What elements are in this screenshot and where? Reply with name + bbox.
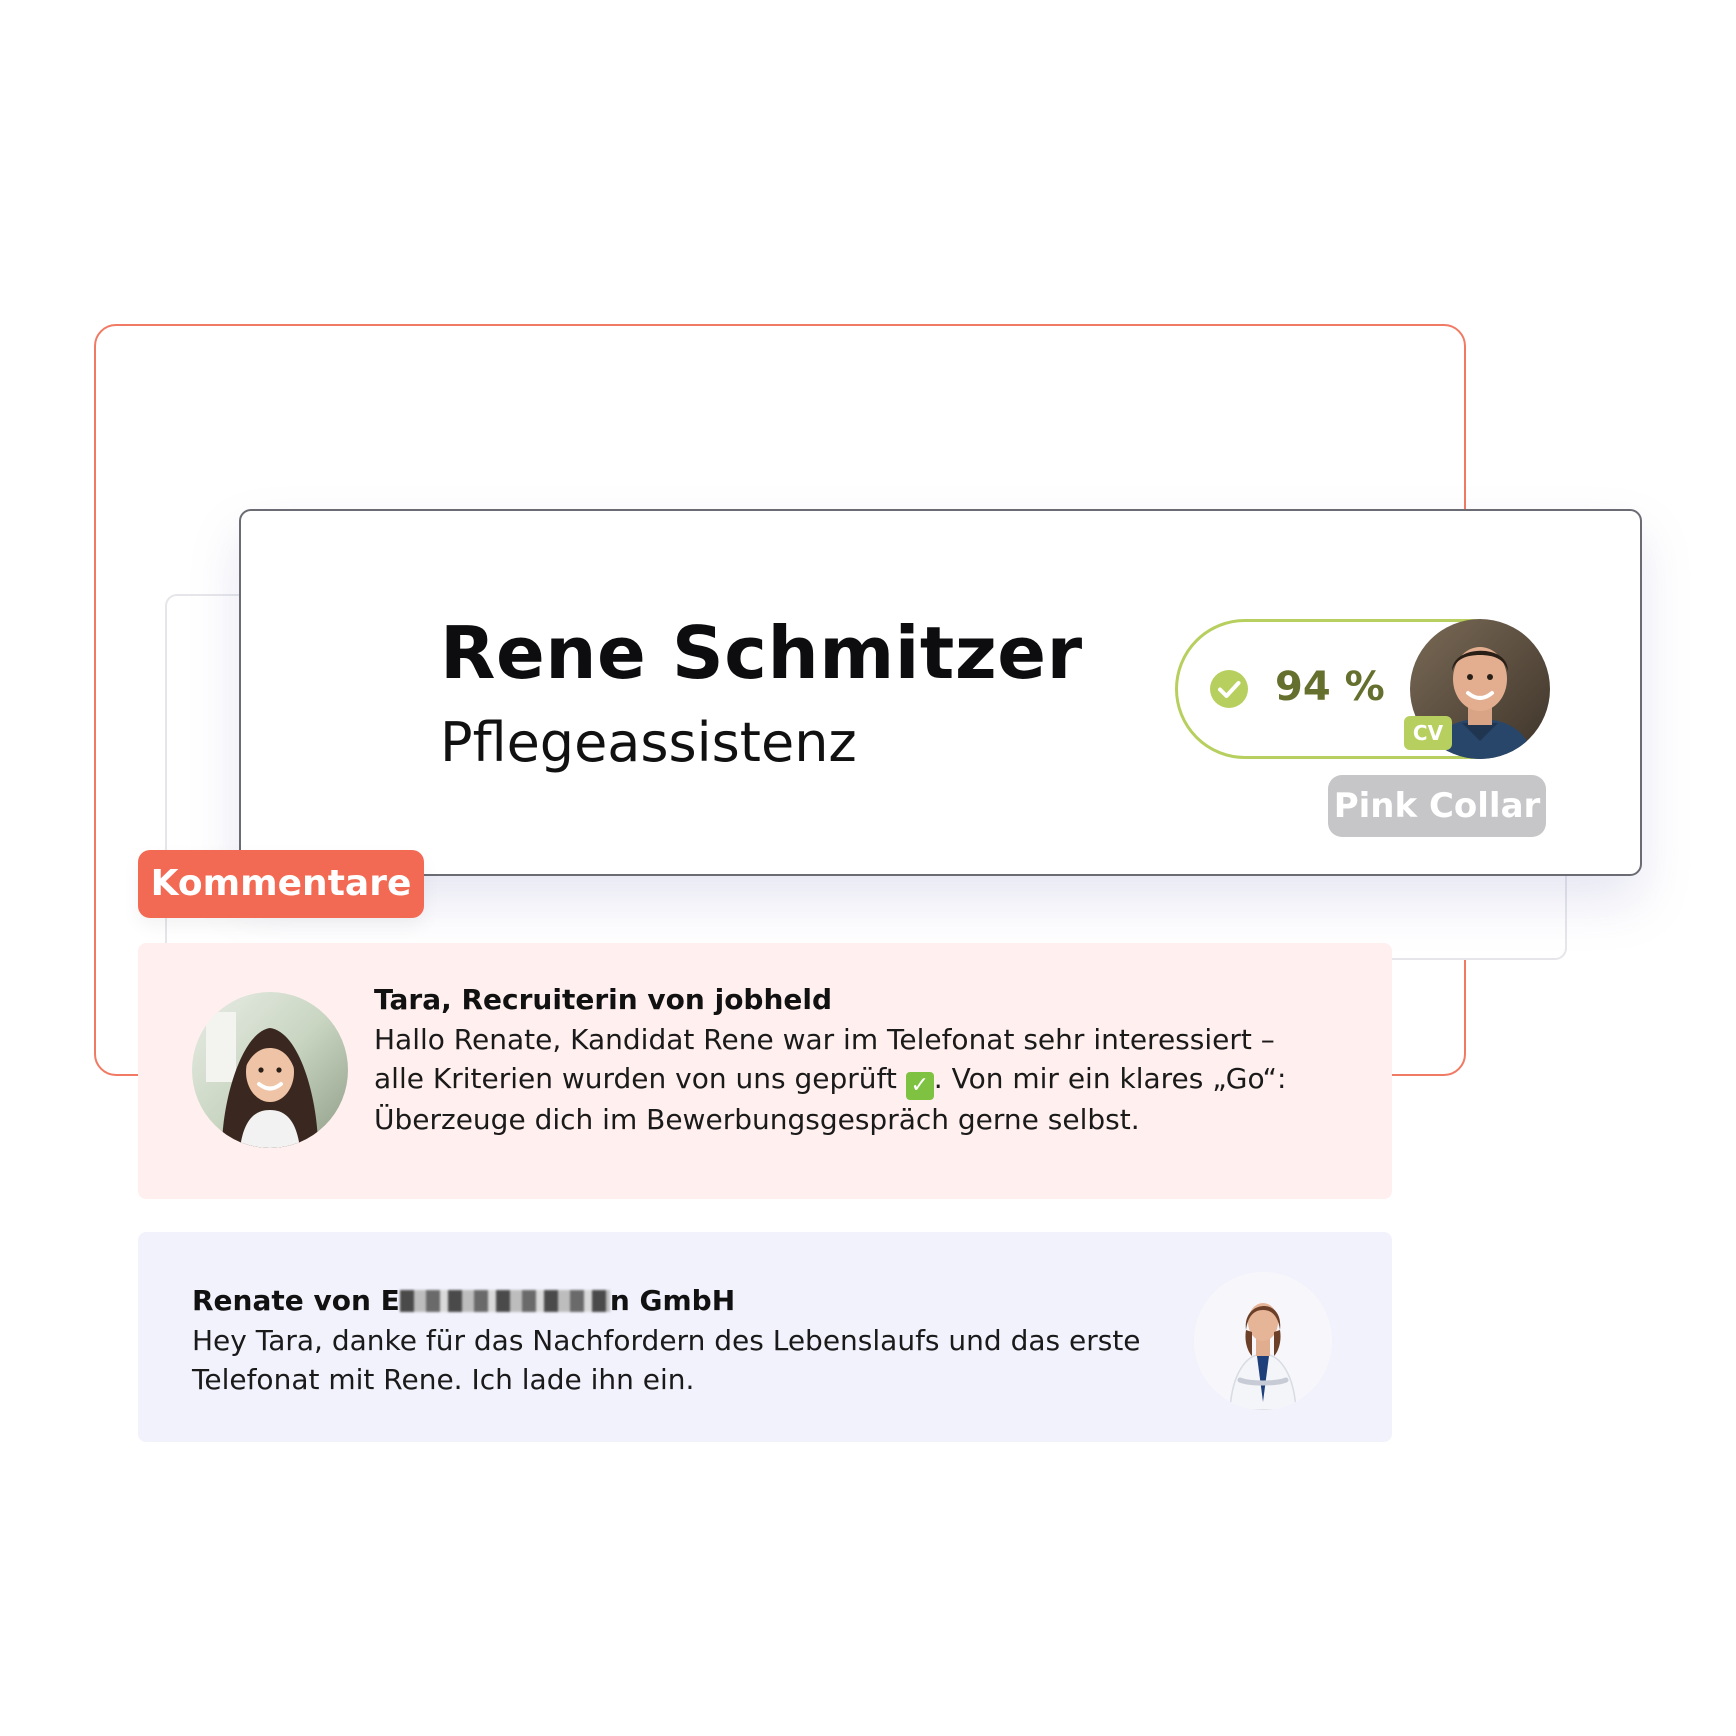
comment-author-suffix: n GmbH <box>609 1284 736 1317</box>
client-avatar <box>1194 1272 1332 1410</box>
check-mark-icon: ✓ <box>905 1072 934 1100</box>
comment-body: Hallo Renate, Kandidat Rene war im Telef… <box>374 1020 1334 1139</box>
redacted-company-name <box>399 1290 610 1312</box>
comment-author: Renate von E n GmbH <box>192 1284 1152 1317</box>
candidate-role: Pflegeassistenz <box>440 711 857 774</box>
candidate-card[interactable]: Rene Schmitzer Pflegeassistenz 94 % CV P… <box>239 509 1642 876</box>
comment-line: Hey Tara, danke für das Nachfordern des … <box>192 1324 1141 1357</box>
comment-line: Überzeuge dich im Bewerbungsgespräch ger… <box>374 1103 1140 1136</box>
match-score-pill: 94 % CV <box>1175 619 1550 759</box>
comment-text: Tara, Recruiterin von jobheld Hallo Rena… <box>374 983 1334 1139</box>
recruiter-avatar <box>192 992 348 1148</box>
comment-line: Hallo Renate, Kandidat Rene war im Telef… <box>374 1023 1275 1056</box>
comment-line: . Von mir ein klares „Go“: <box>933 1062 1287 1095</box>
comment-line: alle Kriterien wurden von uns geprüft <box>374 1062 897 1095</box>
comment-body: Hey Tara, danke für das Nachfordern des … <box>192 1321 1152 1399</box>
check-circle-icon <box>1210 670 1248 708</box>
comment-item: Tara, Recruiterin von jobheld Hallo Rena… <box>138 943 1392 1199</box>
candidate-name: Rene Schmitzer <box>440 611 1083 695</box>
comment-author: Tara, Recruiterin von jobheld <box>374 983 833 1016</box>
person-photo-icon <box>192 992 348 1148</box>
comment-item: Renate von E n GmbH Hey Tara, danke für d… <box>138 1232 1392 1442</box>
comments-section-label: Kommentare <box>138 850 424 918</box>
comment-text: Renate von E n GmbH Hey Tara, danke für d… <box>192 1284 1152 1399</box>
comment-author-prefix: Renate von E <box>192 1284 400 1317</box>
category-tag: Pink Collar <box>1328 775 1546 837</box>
cv-badge[interactable]: CV <box>1404 716 1452 750</box>
comment-line: Telefonat mit Rene. Ich lade ihn ein. <box>192 1363 695 1396</box>
match-score-value: 94 % <box>1275 664 1385 710</box>
person-photo-icon <box>1194 1272 1332 1410</box>
